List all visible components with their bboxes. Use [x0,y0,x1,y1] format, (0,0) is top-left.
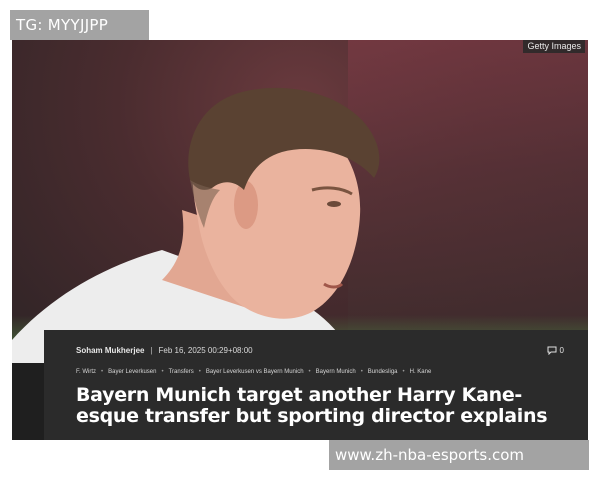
byline-separator: | [150,346,153,355]
player-photo: Getty Images [12,40,588,363]
author-link[interactable]: Soham Mukherjee [76,346,144,355]
tag-link[interactable]: Bayer Leverkusen vs Bayern Munich [206,369,304,375]
tag-separator: • [161,369,164,375]
tag-link[interactable]: F. Wirtz [76,369,96,375]
tag-link[interactable]: Bayer Leverkusen [108,369,156,375]
comments-button[interactable]: 0 [547,346,564,355]
watermark-top: TG: MYYJJPP [10,10,149,40]
tag-link[interactable]: Bundesliga [368,369,398,375]
comment-icon [547,346,557,355]
player-illustration [12,87,380,363]
tag-separator: • [360,369,363,375]
tag-separator: • [198,369,201,375]
tag-link[interactable]: H. Kane [410,369,432,375]
publish-date: Feb 16, 2025 00:29+08:00 [158,346,253,355]
tag-link[interactable]: Bayern Munich [316,369,356,375]
tag-separator: • [402,369,405,375]
photo-credit: Getty Images [523,40,585,53]
tag-separator: • [101,369,104,375]
tags-row: F. Wirtz • Bayer Leverkusen • Transfers … [76,369,588,375]
tag-link[interactable]: Transfers [169,369,194,375]
comment-count: 0 [559,346,564,355]
byline: Soham Mukherjee | Feb 16, 2025 00:29+08:… [76,346,588,355]
article-card: Soham Mukherjee | Feb 16, 2025 00:29+08:… [44,330,588,440]
article-screenshot: Getty Images Soham Mukherjee | Feb 16, 2… [12,40,588,440]
tag-separator: • [308,369,311,375]
article-headline: Bayern Munich target another Harry Kane-… [76,384,548,427]
watermark-bottom: www.zh-nba-esports.com [329,440,589,470]
